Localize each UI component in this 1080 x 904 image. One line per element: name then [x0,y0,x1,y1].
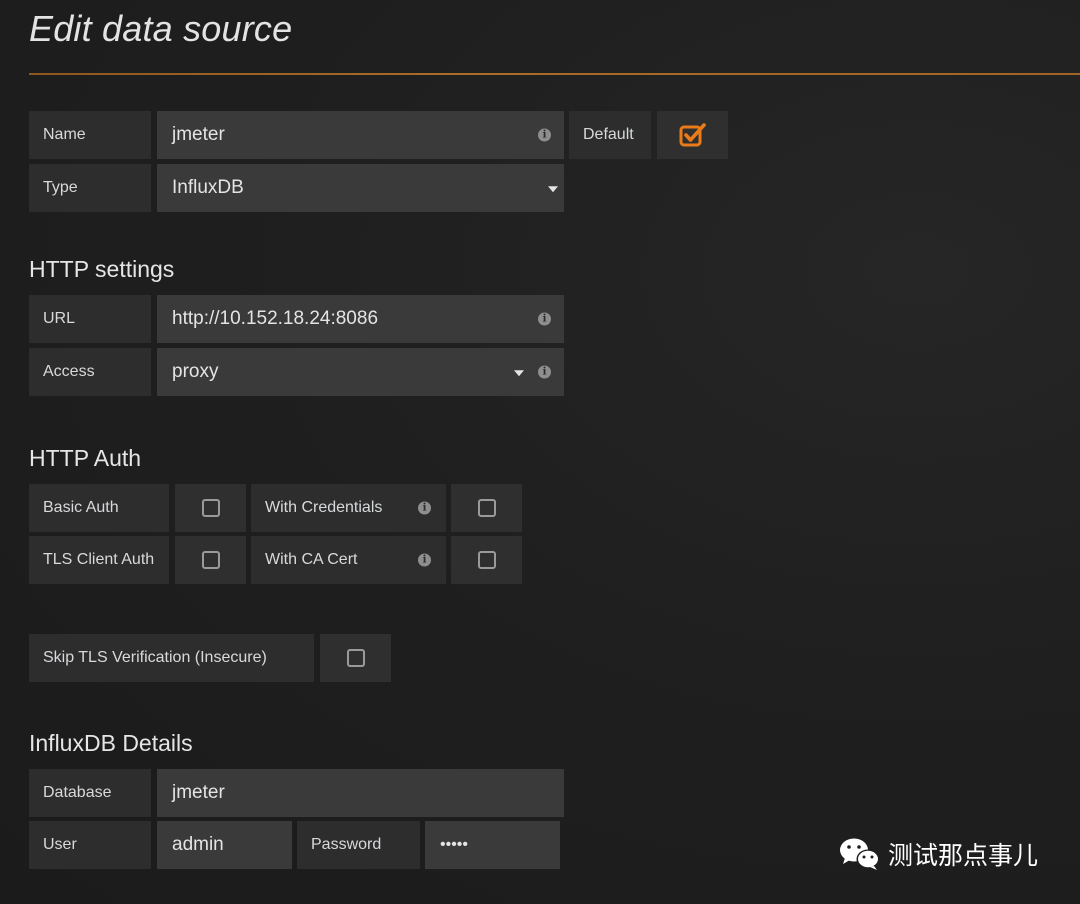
user-value: admin [172,834,224,855]
password-value: ••••• [440,836,469,853]
type-select[interactable]: InfluxDB [157,164,564,212]
database-label: Database [29,769,151,817]
skip-tls-label: Skip TLS Verification (Insecure) [29,634,314,682]
basic-auth-label: Basic Auth [29,484,169,532]
with-ca-cert-label: With CA Cert [265,551,358,568]
with-ca-cert-label-cell: With CA Cert i [251,536,446,584]
http-auth-heading: HTTP Auth [29,445,142,471]
url-value: http://10.152.18.24:8086 [172,308,379,329]
tls-client-auth-checkbox[interactable] [175,536,246,584]
with-credentials-info-icon[interactable]: i [418,501,431,515]
checked-checkbox-icon [679,123,706,147]
access-select[interactable]: proxy i [157,348,564,396]
database-input[interactable]: jmeter [157,769,564,817]
type-label: Type [29,164,151,212]
unchecked-checkbox-icon [346,649,365,667]
chevron-down-icon [548,186,558,193]
unchecked-checkbox-icon [201,551,220,569]
name-input[interactable]: jmeter i [157,111,564,159]
unchecked-checkbox-icon [477,551,496,569]
unchecked-checkbox-icon [201,499,220,517]
with-credentials-label: With Credentials [265,499,383,516]
watermark: 测试那点事儿 [838,836,1038,872]
url-label: URL [29,295,151,343]
http-settings-heading: HTTP settings [29,256,175,282]
title-divider [29,73,1080,75]
access-label: Access [29,348,151,396]
default-label: Default [569,111,651,159]
basic-auth-checkbox[interactable] [175,484,246,532]
with-ca-cert-info-icon[interactable]: i [418,553,431,567]
url-input[interactable]: http://10.152.18.24:8086 i [157,295,564,343]
type-value: InfluxDB [172,177,244,198]
watermark-text: 测试那点事儿 [888,842,1039,870]
password-input[interactable]: ••••• [425,821,560,869]
wechat-icon [840,838,880,870]
with-credentials-label-cell: With Credentials i [251,484,446,532]
default-checkbox[interactable] [657,111,728,159]
name-value: jmeter [172,124,225,145]
with-ca-cert-checkbox[interactable] [451,536,522,584]
name-label: Name [29,111,151,159]
chevron-down-icon [514,370,524,377]
unchecked-checkbox-icon [477,499,496,517]
skip-tls-checkbox[interactable] [320,634,391,682]
tls-client-auth-label: TLS Client Auth [29,536,169,584]
password-label: Password [297,821,420,869]
access-info-icon[interactable]: i [538,365,551,379]
name-info-icon[interactable]: i [538,128,551,142]
database-value: jmeter [172,782,225,803]
with-credentials-checkbox[interactable] [451,484,522,532]
user-label: User [29,821,151,869]
url-info-icon[interactable]: i [538,312,551,326]
user-input[interactable]: admin [157,821,292,869]
page-title: Edit data source [29,8,293,49]
influxdb-details-heading: InfluxDB Details [29,730,193,756]
access-value: proxy [172,361,219,382]
